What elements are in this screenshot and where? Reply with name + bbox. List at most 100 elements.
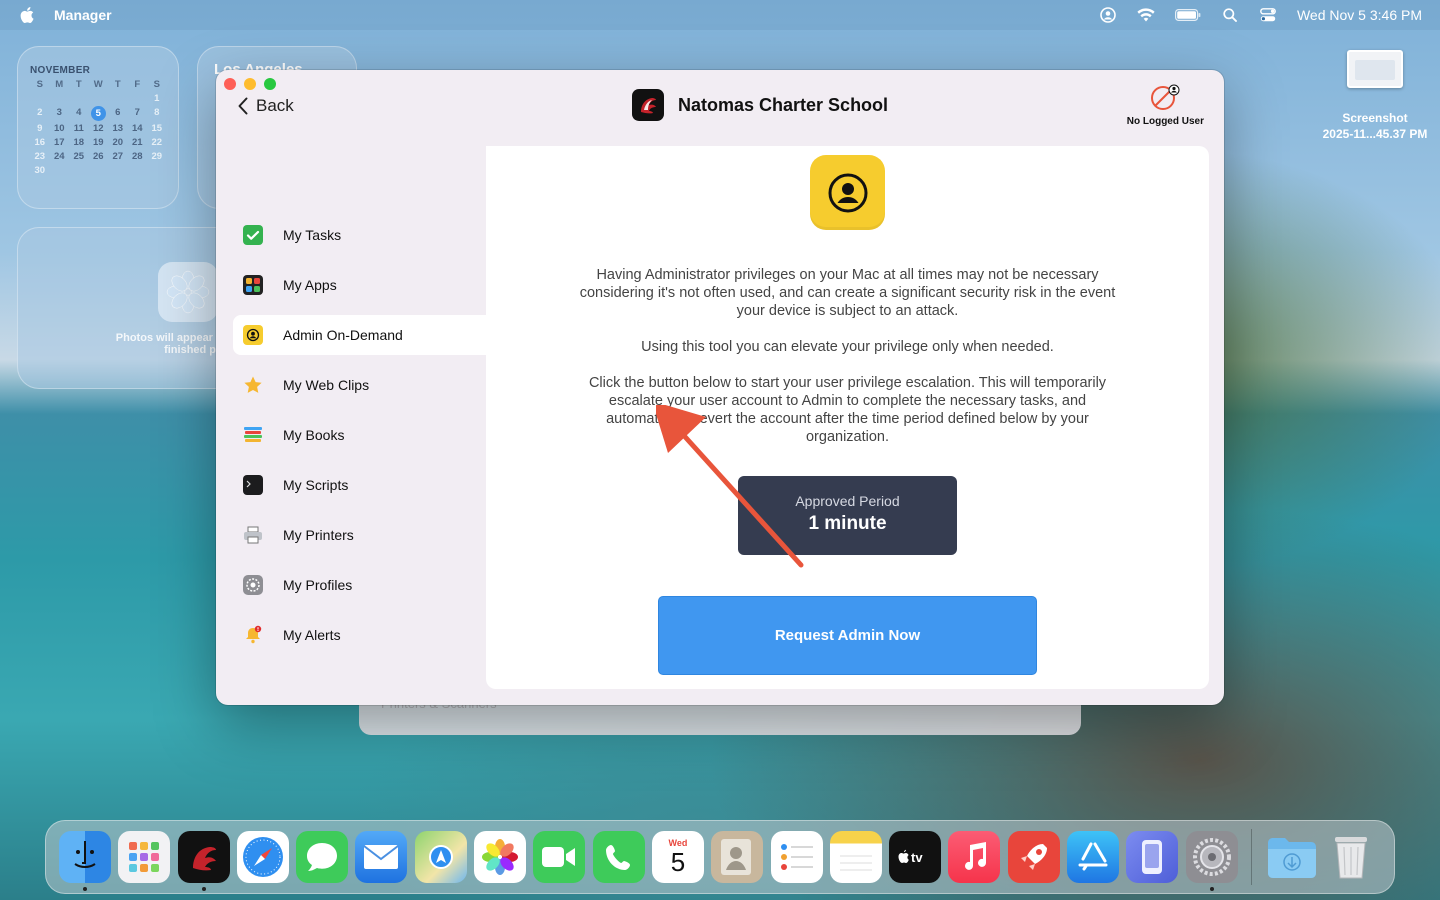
weekday-label: T (114, 79, 121, 90)
description-paragraph-1: Having Administrator privileges on your … (579, 267, 1116, 319)
admin-user-icon (810, 155, 885, 230)
messages-icon[interactable] (296, 831, 349, 883)
org-name: Natomas Charter School (678, 94, 889, 115)
mail-icon[interactable] (355, 831, 408, 883)
contacts-icon[interactable] (711, 831, 764, 883)
safari-icon[interactable] (236, 831, 289, 883)
sidebar-item-label: Admin On-Demand (283, 327, 403, 343)
user-status-label: No Logged User (1126, 116, 1204, 127)
control-center-icon[interactable] (1259, 6, 1277, 24)
calendar-day: 17 (53, 137, 65, 148)
menu-clock[interactable]: Wed Nov 5 3:46 PM (1297, 7, 1422, 23)
calendar-day: 4 (76, 107, 82, 118)
calendar-day: 14 (131, 123, 143, 134)
calendar-day: 7 (134, 107, 140, 118)
sidebar-item-label: My Profiles (283, 577, 353, 593)
photos-icon[interactable] (474, 831, 527, 883)
calendar-day: 19 (92, 137, 104, 148)
svg-text:tv: tv (911, 850, 923, 865)
system-settings-icon[interactable] (1185, 831, 1238, 891)
calendar-day: 29 (151, 151, 163, 162)
dock-separator (1250, 829, 1252, 885)
sidebar-item-my-scripts[interactable]: My Scripts (233, 465, 486, 505)
calendar-day: 15 (151, 123, 163, 134)
sidebar-item-label: My Apps (283, 277, 337, 293)
sidebar-item-my-profiles[interactable]: My Profiles (233, 565, 486, 605)
sidebar-item-label: My Alerts (283, 627, 341, 643)
self-service-icon[interactable] (177, 831, 230, 891)
screenshot-label-line1: Screenshot (1342, 111, 1408, 125)
books-icon (243, 425, 263, 445)
battery-icon[interactable] (1174, 6, 1201, 24)
iphone-mirroring-icon[interactable] (1126, 831, 1179, 883)
sidebar-item-admin-on-demand[interactable]: Admin On-Demand (233, 315, 486, 355)
calendar-day: 11 (73, 123, 84, 134)
running-indicator (201, 887, 206, 891)
admin-on-demand-panel: Having Administrator privileges on your … (486, 146, 1209, 689)
notes-icon[interactable] (829, 831, 882, 883)
launchpad-icon[interactable] (118, 831, 171, 883)
photos-flower-icon (158, 262, 218, 322)
checkbox-icon (243, 225, 263, 245)
user-status[interactable]: No Logged User (1127, 82, 1204, 127)
reminders-icon[interactable] (770, 831, 823, 883)
sidebar-item-my-printers[interactable]: My Printers (233, 515, 486, 555)
sidebar-item-my-alerts[interactable]: My Alerts (233, 615, 486, 655)
calendar-day: 21 (131, 137, 143, 148)
self-service-window: Back Natomas Charter School No Logged Us… (216, 70, 1224, 705)
calendar-day: 20 (112, 137, 124, 148)
apple-tv-icon[interactable]: tv (889, 831, 942, 883)
back-label: Back (256, 96, 294, 115)
sidebar-item-label: My Books (283, 427, 345, 443)
calendar-day: 1 (154, 93, 160, 104)
request-admin-button[interactable]: Request Admin Now (658, 596, 1037, 675)
description-paragraph-2: Using this tool you can elevate your pri… (641, 339, 1054, 355)
finder-icon[interactable] (59, 831, 111, 891)
screenshot-label-line2: 2025-11...45.37 PM (1322, 127, 1428, 141)
minimize-button[interactable] (244, 78, 256, 90)
calendar-day: 18 (73, 137, 85, 148)
sidebar: My Tasks My Apps Admin On-Demand My Web … (233, 215, 486, 665)
apps-grid-icon (243, 275, 263, 295)
calendar-day: 30 (34, 165, 46, 176)
close-button[interactable] (224, 78, 236, 90)
calendar-day: 13 (112, 123, 124, 134)
weekday-label: F (134, 79, 141, 90)
calendar-widget[interactable]: NOVEMBER S M T W T F S 1 2 3 4 5 6 7 8 9… (17, 46, 179, 209)
zoom-button[interactable] (264, 78, 276, 90)
apple-icon[interactable] (20, 7, 34, 23)
menu-bar: Manager Wed Nov 5 3:46 PM (0, 0, 1440, 30)
running-indicator (83, 887, 87, 891)
desktop-screenshot-file[interactable]: Screenshot 2025-11...45.37 PM (1320, 50, 1430, 142)
sidebar-item-my-tasks[interactable]: My Tasks (233, 215, 486, 255)
facetime-icon[interactable] (533, 831, 586, 883)
calendar-day: 26 (92, 151, 104, 162)
calendar-day: 9 (37, 123, 43, 134)
dock-calendar-date: 5 (670, 847, 686, 877)
sidebar-item-my-web-clips[interactable]: My Web Clips (233, 365, 486, 405)
calendar-day: 8 (154, 107, 160, 118)
org-header: Natomas Charter School (632, 89, 888, 121)
running-indicator (1209, 887, 1214, 891)
calendar-day: 27 (112, 151, 124, 162)
downloads-folder-icon[interactable] (1266, 831, 1318, 883)
menu-app-name[interactable]: Manager (54, 7, 112, 23)
calendar-day: 6 (115, 107, 121, 118)
user-status-icon[interactable] (1099, 6, 1117, 24)
spotlight-search-icon[interactable] (1221, 6, 1239, 24)
music-icon[interactable] (948, 831, 1001, 883)
sidebar-item-my-apps[interactable]: My Apps (233, 265, 486, 305)
wifi-icon[interactable] (1137, 6, 1155, 24)
terminal-icon (243, 475, 263, 495)
calendar-app-icon[interactable]: Wed 5 (651, 831, 704, 883)
calendar-day: 2 (37, 107, 43, 118)
phone-icon[interactable] (592, 831, 645, 883)
maps-icon[interactable] (414, 831, 467, 883)
back-button[interactable]: Back (238, 96, 294, 116)
calendar-day: 16 (34, 137, 46, 148)
trash-icon[interactable] (1325, 831, 1377, 883)
star-icon (243, 375, 263, 395)
sidebar-item-my-books[interactable]: My Books (233, 415, 486, 455)
app-store-icon[interactable] (1067, 831, 1120, 883)
rocket-app-icon[interactable] (1007, 831, 1060, 883)
